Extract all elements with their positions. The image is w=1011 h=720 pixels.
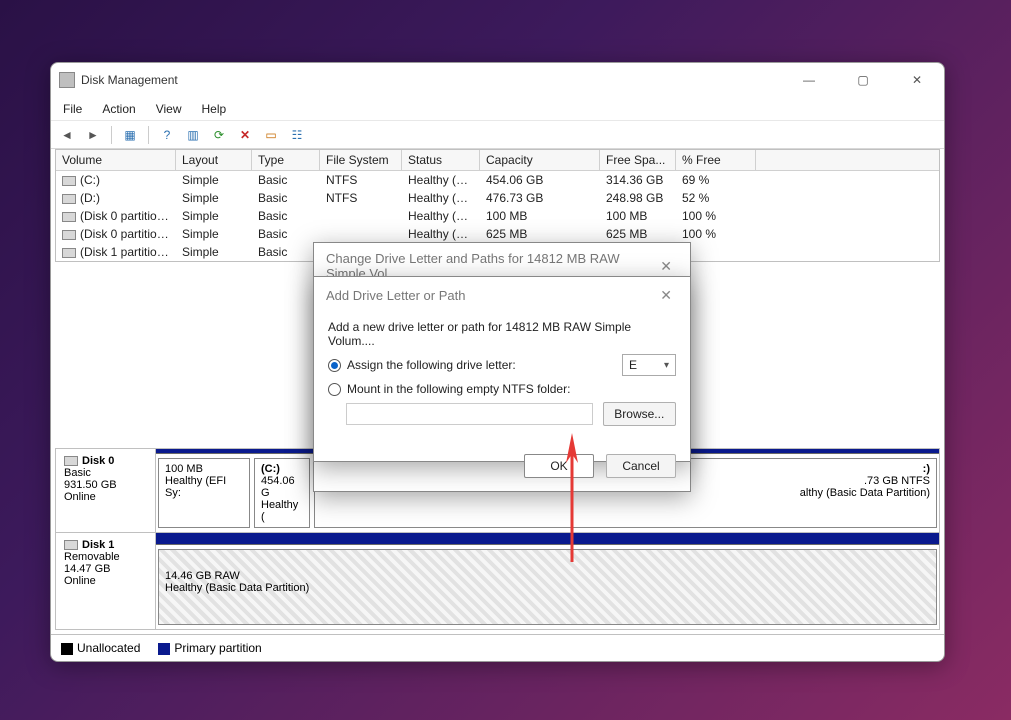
col-spacer (756, 150, 939, 170)
disk1-part1[interactable]: 14.46 GB RAW Healthy (Basic Data Partiti… (158, 549, 937, 625)
view-icon[interactable]: ▦ (120, 125, 140, 145)
volume-icon (62, 194, 76, 204)
radio-mount-folder[interactable] (328, 383, 341, 396)
maximize-button[interactable]: ▢ (848, 68, 878, 92)
back-icon[interactable]: ◄ (57, 125, 77, 145)
disk1-size: 14.47 GB (64, 563, 110, 575)
minimize-button[interactable]: — (794, 68, 824, 92)
app-icon (59, 72, 75, 88)
col-status[interactable]: Status (402, 150, 480, 170)
col-pctfree[interactable]: % Free (676, 150, 756, 170)
assign-letter-label: Assign the following drive letter: (347, 358, 516, 372)
disk0-part2[interactable]: (C:) 454.06 G Healthy ( (254, 458, 310, 528)
legend: Unallocated Primary partition (51, 634, 944, 661)
disk1-type: Removable (64, 551, 120, 563)
disk0-part1[interactable]: 100 MB Healthy (EFI Sy: (158, 458, 250, 528)
legend-primary-label: Primary partition (174, 641, 261, 655)
delete-icon[interactable]: ✕ (235, 125, 255, 145)
drive-letter-value: E (629, 358, 637, 372)
help-icon[interactable]: ? (157, 125, 177, 145)
add-drive-letter-dialog[interactable]: Add Drive Letter or Path ✕ Add a new dri… (313, 276, 691, 462)
disk1-name: Disk 1 (82, 539, 114, 551)
inner-dialog-title: Add Drive Letter or Path (326, 288, 654, 303)
disk0-type: Basic (64, 467, 91, 479)
col-layout[interactable]: Layout (176, 150, 252, 170)
forward-icon[interactable]: ► (83, 125, 103, 145)
menu-help[interactable]: Help (200, 100, 229, 118)
disk0-name: Disk 0 (82, 455, 114, 467)
chevron-down-icon: ▾ (664, 360, 669, 371)
volume-list-header: Volume Layout Type File System Status Ca… (56, 150, 939, 171)
disk0-state: Online (64, 491, 96, 503)
cancel-button[interactable]: Cancel (606, 454, 676, 478)
volume-icon (62, 230, 76, 240)
menu-action[interactable]: Action (100, 100, 137, 118)
drive-letter-select[interactable]: E ▾ (622, 354, 676, 376)
volume-icon (62, 176, 76, 186)
legend-unallocated-swatch (61, 643, 73, 655)
toolbar: ◄ ► ▦ ? ▥ ⟳ ✕ ▭ ☷ (51, 121, 944, 149)
volume-icon (62, 248, 76, 258)
dialog-prompt: Add a new drive letter or path for 14812… (328, 320, 676, 348)
menu-file[interactable]: File (61, 100, 84, 118)
disk-row-1[interactable]: Disk 1 Removable 14.47 GB Online 14.46 G… (56, 533, 939, 629)
titlebar[interactable]: Disk Management — ▢ ✕ (51, 63, 944, 97)
window-title: Disk Management (81, 73, 794, 87)
table-row[interactable]: (Disk 0 partition 4)SimpleBasicHealthy (… (56, 225, 939, 243)
col-capacity[interactable]: Capacity (480, 150, 600, 170)
mount-folder-label: Mount in the following empty NTFS folder… (347, 382, 570, 396)
disk1-bar (156, 533, 939, 545)
mount-path-input[interactable] (346, 403, 593, 425)
volume-icon (62, 212, 76, 222)
col-filesystem[interactable]: File System (320, 150, 402, 170)
disk-icon (64, 456, 78, 466)
table-row[interactable]: (D:)SimpleBasicNTFSHealthy (B...476.73 G… (56, 189, 939, 207)
ok-button[interactable]: OK (524, 454, 594, 478)
radio-assign-letter[interactable] (328, 359, 341, 372)
disk1-label: Disk 1 Removable 14.47 GB Online (56, 533, 156, 629)
check-icon[interactable]: ▭ (261, 125, 281, 145)
close-icon[interactable]: ✕ (654, 256, 678, 277)
disk1-state: Online (64, 575, 96, 587)
layout-icon[interactable]: ▥ (183, 125, 203, 145)
col-volume[interactable]: Volume (56, 150, 176, 170)
close-icon[interactable]: ✕ (654, 285, 678, 306)
table-row[interactable]: (C:)SimpleBasicNTFSHealthy (B...454.06 G… (56, 171, 939, 189)
refresh-icon[interactable]: ⟳ (209, 125, 229, 145)
legend-unallocated-label: Unallocated (77, 641, 140, 655)
col-freespace[interactable]: Free Spa... (600, 150, 676, 170)
browse-button[interactable]: Browse... (603, 402, 676, 426)
close-button[interactable]: ✕ (902, 68, 932, 92)
disk0-size: 931.50 GB (64, 479, 117, 491)
table-row[interactable]: (Disk 0 partition 1)SimpleBasicHealthy (… (56, 207, 939, 225)
legend-primary-swatch (158, 643, 170, 655)
disk0-label: Disk 0 Basic 931.50 GB Online (56, 449, 156, 532)
props-icon[interactable]: ☷ (287, 125, 307, 145)
menu-view[interactable]: View (154, 100, 184, 118)
menubar: File Action View Help (51, 97, 944, 121)
col-type[interactable]: Type (252, 150, 320, 170)
disk-icon (64, 540, 78, 550)
